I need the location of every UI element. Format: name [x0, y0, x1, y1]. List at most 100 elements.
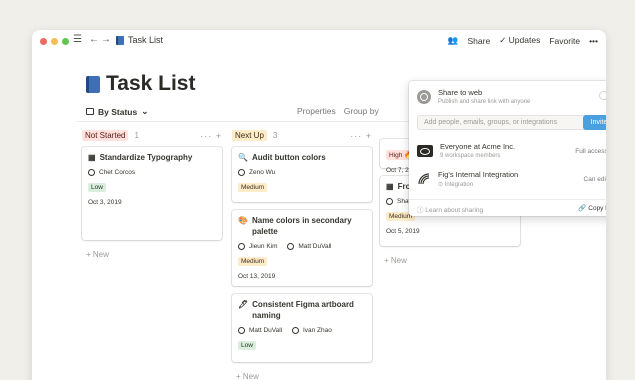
card-icon: 🎨: [238, 216, 248, 225]
card-icon: ▦: [386, 182, 394, 191]
card-title: ▦ Standardize Typography: [88, 152, 216, 163]
card-date: Oct 5, 2019: [386, 228, 420, 235]
member-row[interactable]: Everyone at Acme Inc. 9 workspace member…: [417, 142, 606, 159]
task-card[interactable]: 🎨 Name colors in secondary palette Jieun K…: [232, 210, 372, 286]
more-options-button[interactable]: •••: [589, 36, 598, 46]
permission-dropdown[interactable]: Full access ⌄: [575, 147, 606, 155]
card-icon: 🖊: [238, 300, 249, 309]
priority-badge: Medium: [238, 183, 268, 192]
globe-icon: [417, 89, 431, 104]
person-name: Ivan Zhao: [302, 327, 332, 334]
share-popup-footer: ⓘ Learn about sharing 🔗 Copy link: [409, 199, 606, 216]
view-selector[interactable]: By Status ⌄: [86, 106, 148, 117]
priority-badge: Low: [88, 183, 106, 192]
card-title-text: Audit button colors: [251, 153, 326, 162]
avatar: [291, 327, 299, 334]
task-card[interactable]: 🔍 Audit button colors Zeno Wu Medium: [232, 147, 372, 202]
breadcrumb-label: Task List: [128, 35, 164, 45]
favorite-button[interactable]: Favorite: [549, 36, 580, 46]
card-date: Oct 3, 2019: [88, 199, 122, 206]
presence-avatars-icon[interactable]: 👥: [448, 35, 459, 46]
close-window-button[interactable]: [40, 38, 47, 45]
card-date: Oct 13, 2019: [238, 273, 276, 280]
new-card-button[interactable]: + New: [236, 372, 259, 380]
updates-button[interactable]: ✓ Updates: [499, 35, 540, 46]
app-window: ☰ ← → Task List 👥 Share ✓ Updates Favori…: [32, 30, 606, 380]
person-name: Chet Corcos: [99, 169, 136, 176]
permission-dropdown[interactable]: Can edit ⌄: [584, 175, 606, 183]
more-options-icon[interactable]: ···: [350, 131, 362, 141]
column-header[interactable]: Next Up 3 ··· +: [232, 130, 372, 141]
integration-icon: [418, 173, 430, 185]
more-options-icon[interactable]: ···: [200, 131, 212, 141]
card-icon: 🔍: [238, 153, 248, 162]
minimize-window-button[interactable]: [51, 38, 58, 45]
column-header[interactable]: Not Started 1 ··· +: [82, 130, 222, 141]
card-title-text: Consistent Figma artboard naming: [252, 300, 354, 320]
column-actions[interactable]: ··· +: [350, 131, 372, 141]
sidebar-menu-icon[interactable]: ☰: [73, 34, 82, 46]
titlebar-actions: 👥 Share ✓ Updates Favorite •••: [448, 35, 598, 46]
card-people: Matt DuVall Ivan Zhao: [238, 327, 366, 334]
card-title: 🔍 Audit button colors: [238, 152, 366, 163]
copy-link-button[interactable]: 🔗 Copy link: [578, 204, 606, 212]
task-card[interactable]: ▦ Standardize Typography Chet Corcos Low Oc…: [82, 147, 222, 240]
member-name: Everyone at Acme Inc.: [440, 142, 516, 151]
card-icon: ▦: [88, 153, 96, 162]
column-count: 3: [272, 131, 278, 140]
book-icon[interactable]: [86, 75, 100, 93]
share-web-toggle[interactable]: [599, 91, 606, 100]
column-status-tag: Next Up: [232, 130, 267, 141]
share-popup: Share to web Publish and share link with…: [409, 81, 606, 216]
member-subtitle: ⊙ Integration: [438, 182, 474, 188]
breadcrumb[interactable]: Task List: [116, 35, 163, 45]
member-name: Fig's Internal Integration: [438, 170, 519, 179]
task-card[interactable]: 🖊 Consistent Figma artboard naming Matt Du…: [232, 294, 372, 362]
column-status-tag: Not Started: [82, 130, 129, 141]
column-actions[interactable]: ··· +: [200, 131, 222, 141]
avatar: [287, 243, 295, 250]
card-title: 🎨 Name colors in secondary palette: [238, 215, 366, 237]
page-header: Task List: [86, 72, 195, 96]
new-card-button[interactable]: + New: [86, 250, 109, 259]
back-arrow-icon[interactable]: ←: [89, 34, 99, 46]
share-web-subtitle: Publish and share link with anyone: [438, 99, 531, 105]
card-people: Jieun Kim Matt DuVall: [238, 243, 366, 250]
page-title[interactable]: Task List: [106, 72, 195, 96]
invite-input[interactable]: Add people, emails, groups, or integrati…: [417, 115, 587, 130]
properties-button[interactable]: Properties: [297, 106, 336, 116]
board-toolbar: Properties Group by: [297, 106, 379, 116]
add-card-icon[interactable]: +: [366, 131, 372, 141]
check-icon: ✓: [499, 35, 509, 45]
board-view-icon: [86, 108, 94, 115]
avatar: [238, 327, 245, 334]
person-name: Matt DuVall: [298, 243, 332, 250]
share-web-title: Share to web: [438, 88, 483, 97]
person-name: Jieun Kim: [249, 243, 278, 250]
avatar: [386, 198, 393, 205]
new-card-button[interactable]: + New: [384, 256, 407, 265]
add-card-icon[interactable]: +: [216, 131, 222, 141]
share-to-web-row[interactable]: Share to web Publish and share link with…: [417, 88, 606, 105]
avatar: [238, 243, 245, 250]
group-by-button[interactable]: Group by: [344, 106, 379, 116]
member-subtitle: 9 workspace members: [440, 153, 501, 159]
maximize-window-button[interactable]: [62, 38, 69, 45]
card-people: Chet Corcos: [88, 169, 216, 176]
acme-logo-icon: [417, 144, 433, 157]
card-title: 🖊 Consistent Figma artboard naming: [238, 299, 366, 321]
priority-badge: Low: [238, 341, 256, 350]
updates-label: Updates: [508, 35, 541, 45]
member-row[interactable]: Fig's Internal Integration ⊙ Integration…: [417, 170, 606, 188]
learn-about-sharing-link[interactable]: ⓘ Learn about sharing: [417, 204, 483, 214]
person-name: Matt DuVall: [249, 327, 283, 334]
priority-badge: Medium: [238, 257, 268, 266]
forward-arrow-icon[interactable]: →: [101, 34, 111, 46]
avatar: [88, 169, 95, 176]
card-people: Zeno Wu: [238, 169, 366, 176]
share-button[interactable]: Share: [468, 36, 491, 46]
chevron-down-icon: ⌄: [141, 106, 149, 116]
column-count: 1: [134, 131, 139, 140]
invite-button[interactable]: Invite: [583, 115, 606, 130]
person-name: Zeno Wu: [249, 169, 276, 176]
